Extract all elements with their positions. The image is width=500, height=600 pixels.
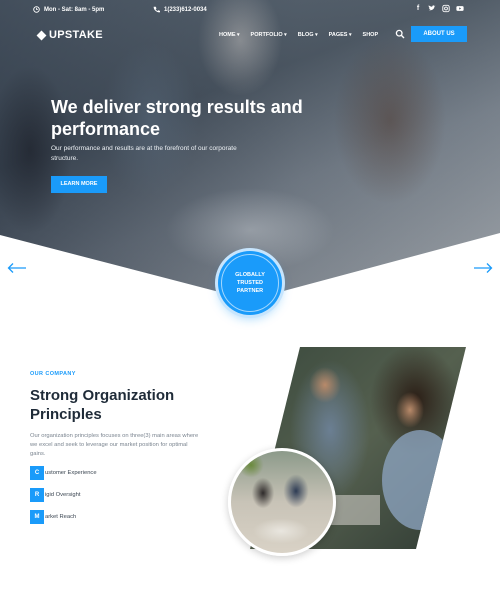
meeting-photo [228, 448, 336, 556]
